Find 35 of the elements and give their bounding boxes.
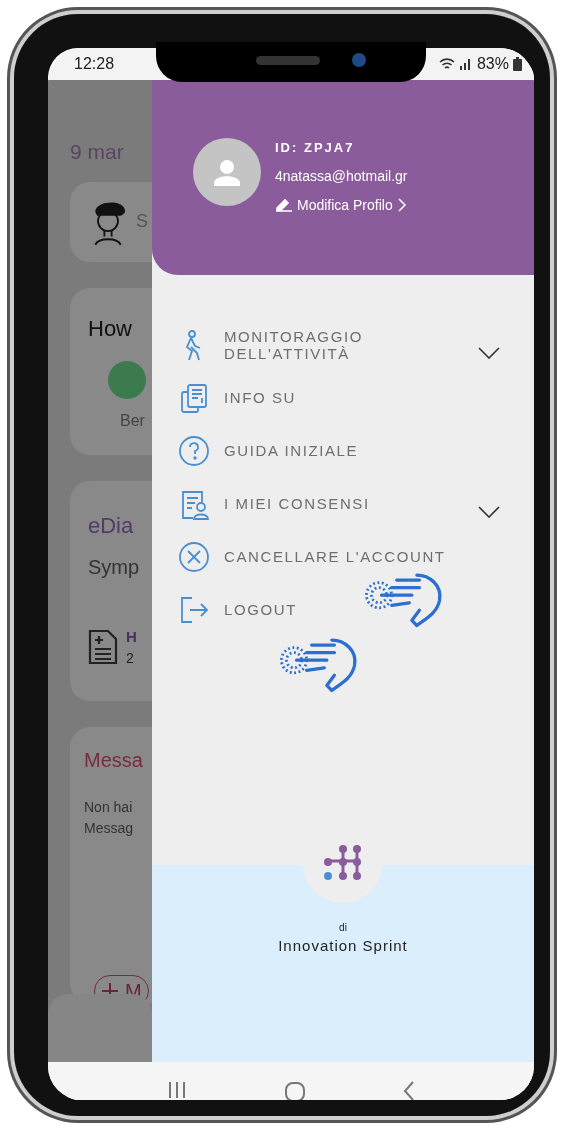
pencil-icon (275, 198, 293, 212)
menu-item[interactable]: I MIEI CONSENSI (178, 478, 510, 531)
battery-icon (513, 57, 522, 71)
chevron-right-icon (396, 198, 407, 212)
menu-item[interactable]: LOGOUT (178, 584, 510, 637)
recent-apps-icon[interactable] (166, 1080, 188, 1100)
menu-item[interactable]: CANCELLARE L'ACCOUNT (178, 531, 510, 584)
close-circle-icon (178, 540, 210, 575)
mood-label: Ber (120, 410, 146, 431)
document-add-icon (88, 629, 118, 666)
documents-icon (178, 381, 210, 416)
menu-item[interactable]: GUIDA INIZIALE (178, 425, 510, 478)
signal-icon (458, 57, 473, 71)
menu-item[interactable]: MONITORAGGIO DELL'ATTIVITÀ (178, 319, 510, 372)
battery-percent: 83% (476, 54, 509, 74)
by-label: di (338, 921, 348, 935)
message-text: Messag (84, 818, 135, 838)
card-title: eDia (88, 511, 135, 540)
company-name: Innovation Sprint (277, 936, 409, 956)
card-subtitle: Symp (88, 554, 141, 580)
message-text: Non hai (84, 797, 134, 817)
card-title: How (88, 314, 133, 343)
wifi-icon (438, 57, 455, 71)
avatar-icon[interactable] (193, 138, 261, 206)
home-icon[interactable] (284, 1080, 306, 1100)
back-icon[interactable] (402, 1080, 416, 1100)
edit-profile-link[interactable]: Modifica Profilo (275, 194, 408, 216)
entry-title: H (126, 626, 137, 647)
entry-date: 2 (126, 649, 135, 668)
help-icon (178, 434, 210, 469)
user-id: ID: ZPJA7 (275, 139, 356, 157)
status-time: 12:28 (74, 54, 115, 74)
card-title: Messa (84, 747, 144, 773)
user-email: 4natassa@hotmail.gr (275, 166, 408, 186)
menu-item[interactable]: INFO SU (178, 372, 510, 425)
